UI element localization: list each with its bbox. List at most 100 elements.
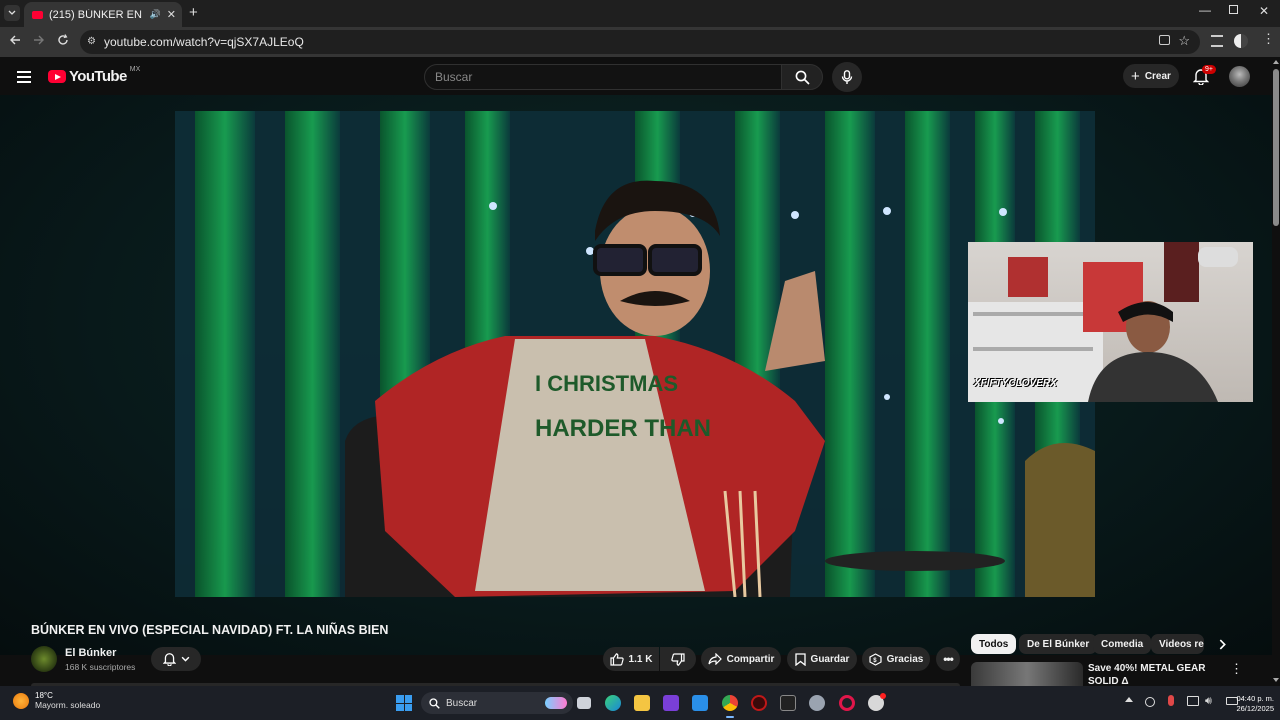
save-button[interactable]: Guardar — [787, 647, 857, 671]
search-highlight-icon — [545, 697, 567, 709]
minimize-button[interactable]: — — [1199, 3, 1211, 17]
affinity-designer-icon[interactable] — [692, 695, 708, 711]
browser-menu-icon[interactable]: ⋮ — [1262, 32, 1275, 45]
edge-icon[interactable] — [605, 695, 621, 711]
chip-related[interactable]: Videos rel — [1151, 634, 1204, 654]
video-scene-graphic: I CHRISTMAS HARDER THAN — [175, 111, 1095, 597]
volume-icon[interactable]: 🔊︎ — [1205, 695, 1212, 708]
recommendation-title[interactable]: Save 40%! METAL GEAR SOLID Δ — [1088, 662, 1223, 688]
youtube-play-icon — [48, 70, 66, 83]
chrome-active-indicator — [726, 716, 734, 718]
share-button[interactable]: Compartir — [701, 647, 781, 671]
reload-icon — [58, 34, 68, 45]
tab-strip: (215) BÚNKER EN VIVO (ES 🔊 ✕ + — ✕ — [0, 0, 1280, 27]
opera-icon[interactable] — [839, 695, 855, 711]
recommendation-menu-icon[interactable]: ⋮ — [1230, 662, 1243, 675]
microphone-icon — [841, 69, 853, 84]
microphone-icon[interactable] — [1168, 695, 1174, 706]
profile-avatar[interactable] — [1234, 34, 1248, 48]
dislike-button[interactable] — [660, 647, 696, 671]
subscriber-count: 168 K suscriptores — [65, 662, 136, 672]
site-info-icon[interactable]: ⚙ — [87, 36, 96, 47]
arrow-left-icon — [10, 35, 20, 45]
media-control-icon[interactable] — [1211, 35, 1223, 47]
weather-desc: Mayorm. soleado — [35, 700, 101, 710]
settings-gear-icon[interactable] — [809, 695, 825, 711]
share-icon — [708, 653, 722, 665]
chrome-icon[interactable] — [722, 695, 738, 711]
save-label: Guardar — [810, 653, 850, 665]
search-icon — [795, 70, 810, 85]
chip-channel[interactable]: De El Búnker — [1019, 634, 1098, 654]
taskbar-search-label: Buscar — [446, 697, 478, 709]
speaker-icon: 🔊 — [149, 9, 161, 19]
chip-bar: Todos De El Búnker Comedia Videos rel — [970, 57, 1230, 686]
start-button[interactable] — [396, 695, 412, 711]
chevron-right-icon — [1219, 639, 1226, 650]
tab-title: (215) BÚNKER EN VIVO (ES — [49, 8, 144, 21]
search-button[interactable] — [781, 64, 823, 90]
task-view-icon[interactable] — [577, 697, 591, 709]
youtube-logo[interactable]: YouTube MX — [48, 66, 140, 85]
weather-widget[interactable]: 18°C Mayorm. soleado — [13, 691, 100, 710]
thumbs-up-icon — [609, 652, 624, 666]
affinity-photo-icon[interactable] — [663, 695, 679, 711]
close-tab-icon[interactable]: ✕ — [167, 8, 182, 21]
chip-comedy[interactable]: Comedia — [1093, 634, 1152, 654]
clock-time: 04:40 p. m. — [1236, 694, 1274, 703]
new-tab-button[interactable]: + — [189, 4, 198, 21]
account-avatar[interactable] — [1229, 66, 1250, 87]
arrow-right-icon — [34, 35, 44, 45]
browser-tab[interactable]: (215) BÚNKER EN VIVO (ES 🔊 ✕ — [24, 2, 182, 27]
tab-search-button[interactable] — [4, 5, 20, 21]
bell-icon — [162, 653, 176, 666]
scrollbar-thumb[interactable] — [1273, 69, 1279, 226]
subscription-bell-button[interactable] — [151, 647, 201, 671]
svg-text:$: $ — [873, 658, 877, 664]
page-scrollbar[interactable] — [1272, 57, 1280, 686]
install-app-icon[interactable] — [1159, 35, 1170, 45]
weather-temp: 18°C — [35, 691, 53, 700]
search-input[interactable]: Buscar — [424, 64, 782, 90]
chip-all[interactable]: Todos — [971, 634, 1017, 654]
forward-button[interactable] — [33, 34, 45, 46]
more-actions-button[interactable]: ••• — [936, 647, 960, 671]
video-title: BÚNKER EN VIVO (ESPECIAL NAVIDAD) FT. LA… — [31, 623, 389, 637]
chevron-down-icon — [181, 656, 189, 662]
restore-button[interactable] — [1229, 5, 1238, 14]
youtube-page: YouTube MX Buscar + Crear 9+ I CHRISTMAS… — [0, 57, 1280, 688]
reload-button[interactable] — [57, 34, 69, 46]
taskbar-search[interactable]: Buscar — [421, 692, 573, 714]
close-window-button[interactable]: ✕ — [1259, 4, 1269, 18]
tray-app-icon[interactable] — [1145, 697, 1155, 707]
recommendation-thumbnail[interactable] — [971, 662, 1083, 686]
taskbar: 18°C Mayorm. soleado Buscar 🔊︎ 04:40 p. … — [0, 686, 1280, 720]
epic-games-icon[interactable] — [780, 695, 796, 711]
chevron-down-icon — [8, 10, 16, 15]
file-explorer-icon[interactable] — [634, 695, 650, 711]
app-red-icon[interactable] — [751, 695, 767, 711]
thanks-button[interactable]: $ Gracias — [862, 647, 930, 671]
tray-overflow-icon[interactable] — [1125, 697, 1133, 702]
more-horizontal-icon: ••• — [943, 652, 954, 666]
clock-date: 26/12/2025 — [1236, 704, 1274, 713]
url-text: youtube.com/watch?v=qjSX7AJLEoQ — [104, 35, 304, 49]
hamburger-menu-button[interactable] — [17, 71, 31, 83]
chips-next-button[interactable] — [1218, 639, 1227, 650]
logo-text: YouTube — [69, 68, 127, 85]
back-button[interactable] — [9, 34, 21, 46]
channel-name[interactable]: El Búnker — [65, 647, 116, 659]
address-bar[interactable]: ⚙ youtube.com/watch?v=qjSX7AJLEoQ ☆ — [80, 30, 1200, 54]
search-icon — [429, 697, 440, 709]
browser-toolbar: ⚙ youtube.com/watch?v=qjSX7AJLEoQ ☆ ⋮ — [0, 27, 1280, 57]
bookmark-icon — [794, 652, 806, 666]
thanks-label: Gracias — [886, 653, 924, 665]
like-button[interactable]: 1.1 K — [603, 647, 659, 671]
scrollbar-up-arrow[interactable] — [1273, 60, 1279, 64]
star-icon[interactable]: ☆ — [1178, 33, 1190, 49]
voice-search-button[interactable] — [832, 62, 862, 92]
scrollbar-down-arrow[interactable] — [1273, 678, 1279, 682]
youtube-favicon-icon — [32, 10, 43, 19]
channel-avatar[interactable] — [31, 646, 57, 672]
network-icon[interactable] — [1187, 696, 1199, 706]
